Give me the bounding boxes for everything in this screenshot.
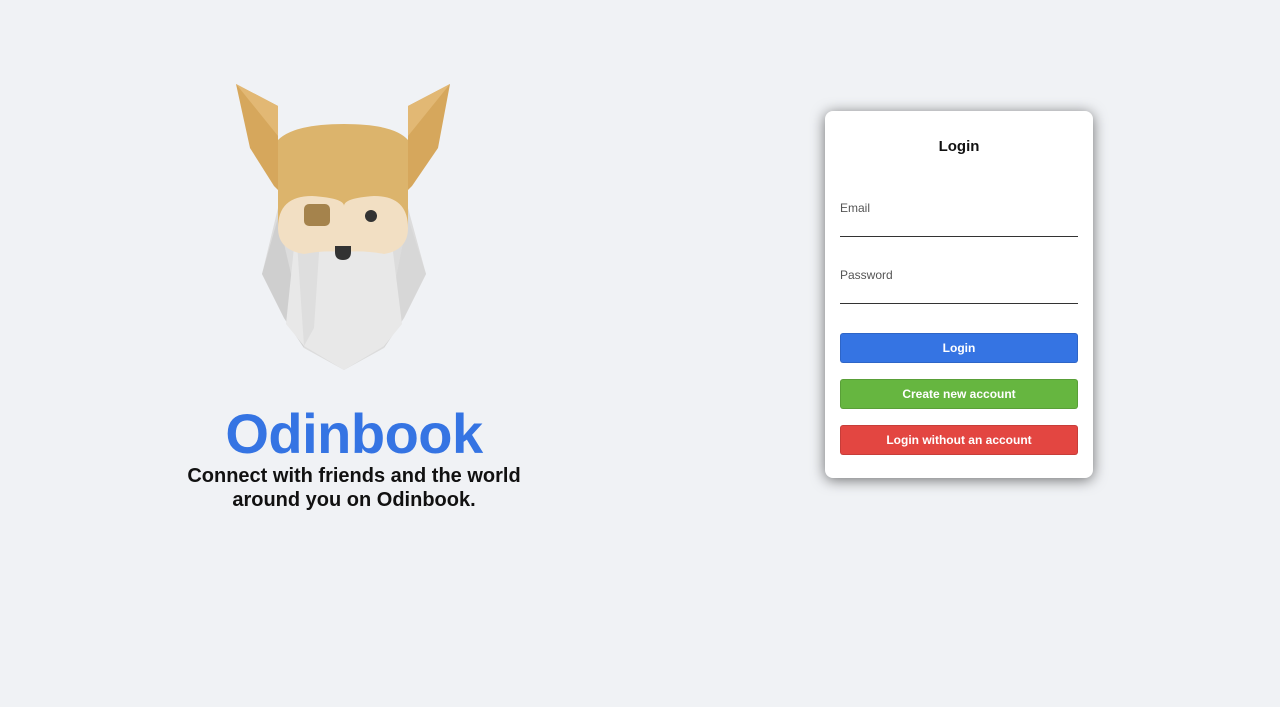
- odin-viking-logo-icon: [234, 78, 454, 374]
- password-label: Password: [840, 268, 893, 282]
- login-page: Odinbook Connect with friends and the wo…: [0, 0, 1280, 707]
- email-field-group: Email: [840, 201, 1078, 237]
- login-card: Login Email Password Login Create new ac…: [825, 111, 1093, 478]
- login-card-title: Login: [938, 138, 980, 155]
- password-field[interactable]: [840, 282, 1078, 304]
- email-field[interactable]: [840, 215, 1078, 237]
- email-label: Email: [840, 201, 871, 215]
- guest-login-button[interactable]: Login without an account: [840, 425, 1078, 455]
- brand-tagline: Connect with friends and the world aroun…: [187, 465, 521, 511]
- password-field-group: Password: [840, 268, 1078, 304]
- brand-section: Odinbook Connect with friends and the wo…: [160, 78, 548, 512]
- create-account-button[interactable]: Create new account: [840, 379, 1078, 409]
- login-button[interactable]: Login: [840, 333, 1078, 363]
- brand-title: Odinbook: [225, 402, 483, 465]
